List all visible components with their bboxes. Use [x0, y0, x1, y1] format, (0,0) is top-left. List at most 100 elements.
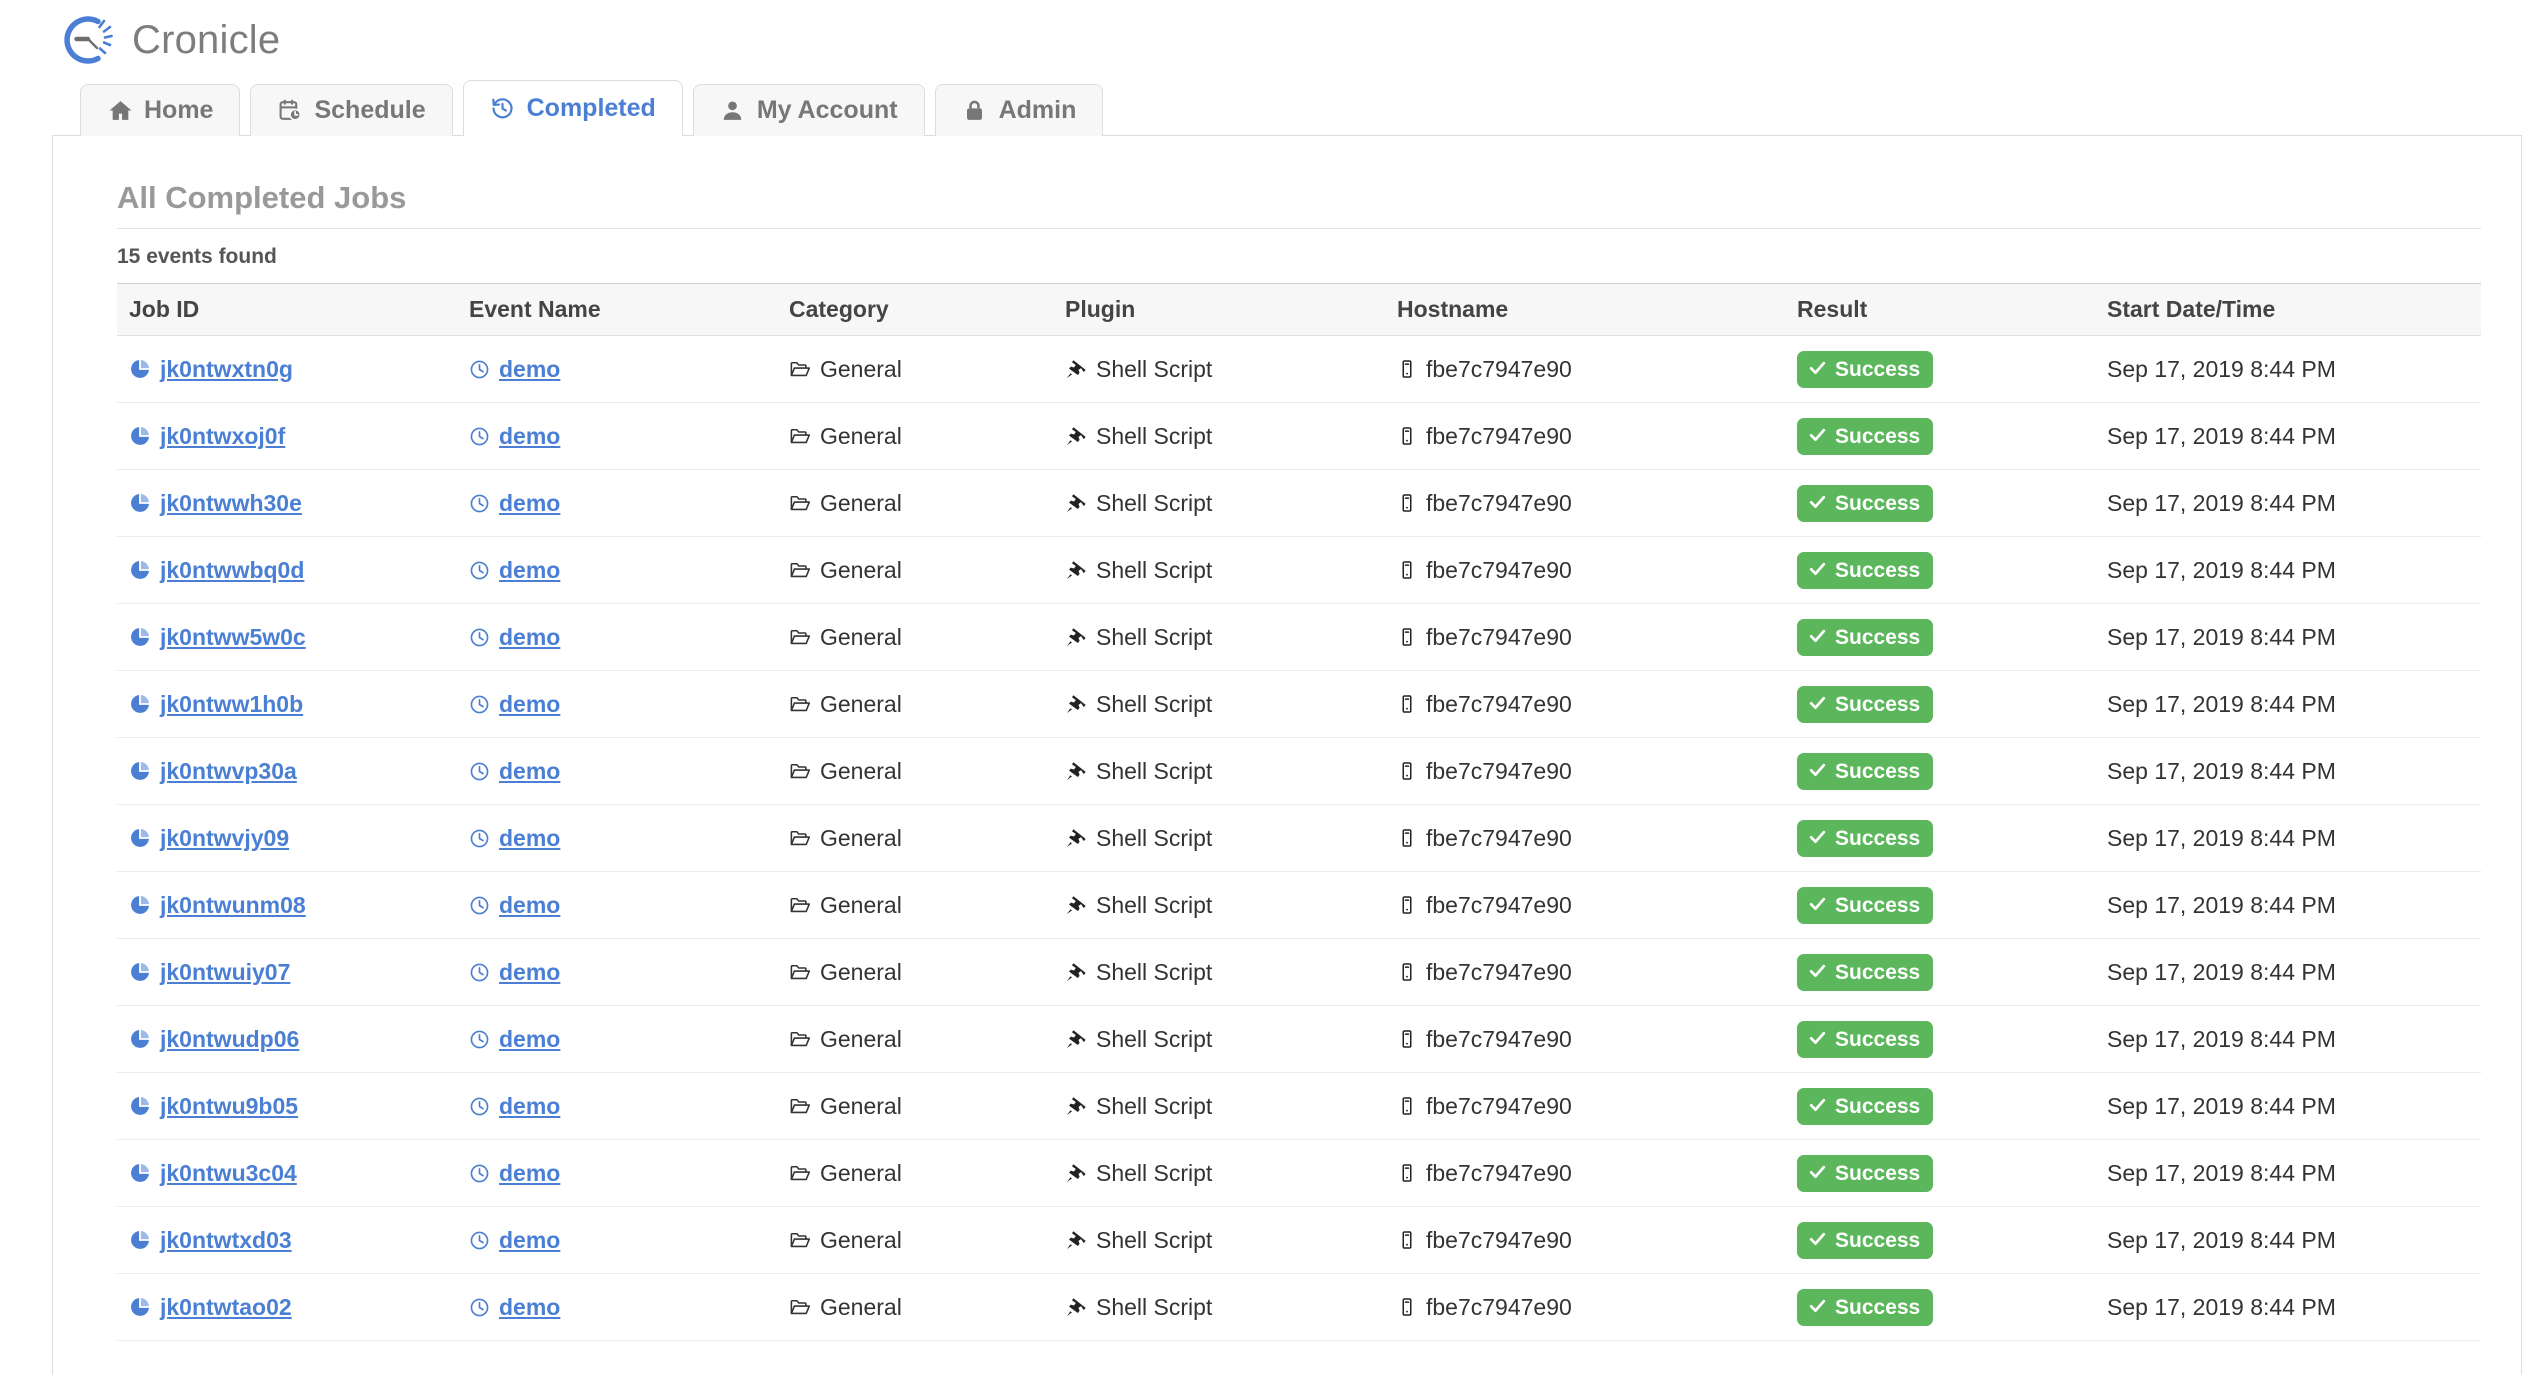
- table-row[interactable]: jk0ntwvjy09 demo General Shell Script fb…: [117, 804, 2481, 872]
- job-id-link[interactable]: jk0ntwu3c04: [160, 1160, 297, 1187]
- folder-open-icon: [789, 760, 811, 782]
- job-id-link[interactable]: jk0ntwtxd03: [160, 1227, 292, 1254]
- category-text: General: [820, 1226, 902, 1253]
- job-id-link[interactable]: jk0ntwudp06: [160, 1026, 299, 1053]
- clock-icon: [469, 627, 490, 648]
- table-row[interactable]: jk0ntwu9b05 demo General Shell Script fb…: [117, 1072, 2481, 1140]
- column-header-hostname[interactable]: Hostname: [1385, 283, 1785, 336]
- table-row[interactable]: jk0ntwudp06 demo General Shell Script fb…: [117, 1005, 2481, 1073]
- table-row[interactable]: jk0ntwxtn0g demo General Shell Script fb…: [117, 335, 2481, 403]
- event-name-link[interactable]: demo: [499, 1160, 560, 1187]
- job-id-link[interactable]: jk0ntwvjy09: [160, 825, 289, 852]
- folder-open-icon: [789, 1296, 811, 1318]
- calendar-clock-icon: [277, 98, 303, 124]
- table-row[interactable]: jk0ntwwh30e demo General Shell Script fb…: [117, 469, 2481, 537]
- event-name-link[interactable]: demo: [499, 825, 560, 852]
- check-icon: [1808, 358, 1827, 381]
- tab-completed[interactable]: Completed: [462, 80, 683, 137]
- event-name-link[interactable]: demo: [499, 1227, 560, 1254]
- event-name-link[interactable]: demo: [499, 959, 560, 986]
- hostname-text: fbe7c7947e90: [1426, 1092, 1572, 1119]
- table-row[interactable]: jk0ntwtao02 demo General Shell Script fb…: [117, 1273, 2481, 1341]
- cell-job-id: jk0ntwxoj0f: [117, 402, 457, 470]
- status-badge: Success: [1797, 350, 1934, 388]
- tab-my-account[interactable]: My Account: [692, 84, 925, 136]
- table-row[interactable]: jk0ntwtxd03 demo General Shell Script fb…: [117, 1206, 2481, 1274]
- cell-event-name: demo: [457, 1005, 777, 1073]
- table-row[interactable]: jk0ntwunm08 demo General Shell Script fb…: [117, 871, 2481, 939]
- status-badge-label: Success: [1835, 625, 1921, 649]
- cell-category: General: [777, 402, 1053, 470]
- event-name-link[interactable]: demo: [499, 758, 560, 785]
- job-id-link[interactable]: jk0ntwwbq0d: [160, 557, 304, 584]
- hostname-text: fbe7c7947e90: [1426, 958, 1572, 985]
- hostname-text: fbe7c7947e90: [1426, 422, 1572, 449]
- status-badge-label: Success: [1835, 1228, 1921, 1252]
- job-id-link[interactable]: jk0ntwunm08: [160, 892, 306, 919]
- hostname-text: fbe7c7947e90: [1426, 690, 1572, 717]
- column-header-job-id[interactable]: Job ID: [117, 283, 457, 336]
- cell-plugin: Shell Script: [1053, 469, 1385, 537]
- status-badge: Success: [1797, 1154, 1934, 1192]
- table-row[interactable]: jk0ntww5w0c demo General Shell Script fb…: [117, 603, 2481, 671]
- status-badge: Success: [1797, 953, 1934, 991]
- cell-plugin: Shell Script: [1053, 1206, 1385, 1274]
- table-row[interactable]: jk0ntwuiy07 demo General Shell Script fb…: [117, 938, 2481, 1006]
- column-header-start-date[interactable]: Start Date/Time: [2095, 283, 2481, 336]
- tab-schedule[interactable]: Schedule: [250, 84, 453, 136]
- event-name-link[interactable]: demo: [499, 490, 560, 517]
- event-name-link[interactable]: demo: [499, 356, 560, 383]
- job-id-link[interactable]: jk0ntwvp30a: [160, 758, 297, 785]
- cell-start-date: Sep 17, 2019 8:44 PM: [2095, 1139, 2481, 1207]
- event-name-link[interactable]: demo: [499, 1093, 560, 1120]
- table-row[interactable]: jk0ntwwbq0d demo General Shell Script fb…: [117, 536, 2481, 604]
- tab-admin[interactable]: Admin: [934, 84, 1104, 136]
- hostname-text: fbe7c7947e90: [1426, 1159, 1572, 1186]
- plugin-text: Shell Script: [1096, 757, 1213, 784]
- job-id-link[interactable]: jk0ntwxoj0f: [160, 423, 285, 450]
- cell-category: General: [777, 603, 1053, 671]
- event-name-link[interactable]: demo: [499, 557, 560, 584]
- category-text: General: [820, 422, 902, 449]
- status-badge-label: Success: [1835, 1094, 1921, 1118]
- table-row[interactable]: jk0ntwu3c04 demo General Shell Script fb…: [117, 1139, 2481, 1207]
- column-header-category[interactable]: Category: [777, 283, 1053, 336]
- tab-home-label: Home: [144, 96, 214, 124]
- table-row[interactable]: jk0ntwxoj0f demo General Shell Script fb…: [117, 402, 2481, 470]
- category-text: General: [820, 1025, 902, 1052]
- job-id-link[interactable]: jk0ntwwh30e: [160, 490, 302, 517]
- event-name-link[interactable]: demo: [499, 423, 560, 450]
- server-icon: [1397, 1096, 1417, 1116]
- column-header-result[interactable]: Result: [1785, 283, 2095, 336]
- cell-plugin: Shell Script: [1053, 335, 1385, 403]
- job-id-link[interactable]: jk0ntwxtn0g: [160, 356, 293, 383]
- event-name-link[interactable]: demo: [499, 892, 560, 919]
- event-name-link[interactable]: demo: [499, 1294, 560, 1321]
- tab-home[interactable]: Home: [80, 84, 241, 136]
- job-id-link[interactable]: jk0ntww1h0b: [160, 691, 303, 718]
- job-id-link[interactable]: jk0ntwu9b05: [160, 1093, 298, 1120]
- plug-icon: [1065, 358, 1087, 380]
- job-id-link[interactable]: jk0ntwtao02: [160, 1294, 292, 1321]
- plugin-text: Shell Script: [1096, 1025, 1213, 1052]
- hostname-text: fbe7c7947e90: [1426, 1226, 1572, 1253]
- job-id-link[interactable]: jk0ntww5w0c: [160, 624, 306, 651]
- table-row[interactable]: jk0ntwvp30a demo General Shell Script fb…: [117, 737, 2481, 805]
- status-badge-label: Success: [1835, 491, 1921, 515]
- cell-job-id: jk0ntwwh30e: [117, 469, 457, 537]
- hostname-text: fbe7c7947e90: [1426, 757, 1572, 784]
- event-name-link[interactable]: demo: [499, 624, 560, 651]
- category-text: General: [820, 556, 902, 583]
- table-row[interactable]: jk0ntww1h0b demo General Shell Script fb…: [117, 670, 2481, 738]
- job-id-link[interactable]: jk0ntwuiy07: [160, 959, 290, 986]
- column-header-plugin[interactable]: Plugin: [1053, 283, 1385, 336]
- check-icon: [1808, 559, 1827, 582]
- event-name-link[interactable]: demo: [499, 1026, 560, 1053]
- cell-event-name: demo: [457, 938, 777, 1006]
- server-icon: [1397, 895, 1417, 915]
- status-badge-label: Success: [1835, 424, 1921, 448]
- cell-start-date: Sep 17, 2019 8:44 PM: [2095, 469, 2481, 537]
- column-header-event-name[interactable]: Event Name: [457, 283, 777, 336]
- event-name-link[interactable]: demo: [499, 691, 560, 718]
- cell-event-name: demo: [457, 1273, 777, 1341]
